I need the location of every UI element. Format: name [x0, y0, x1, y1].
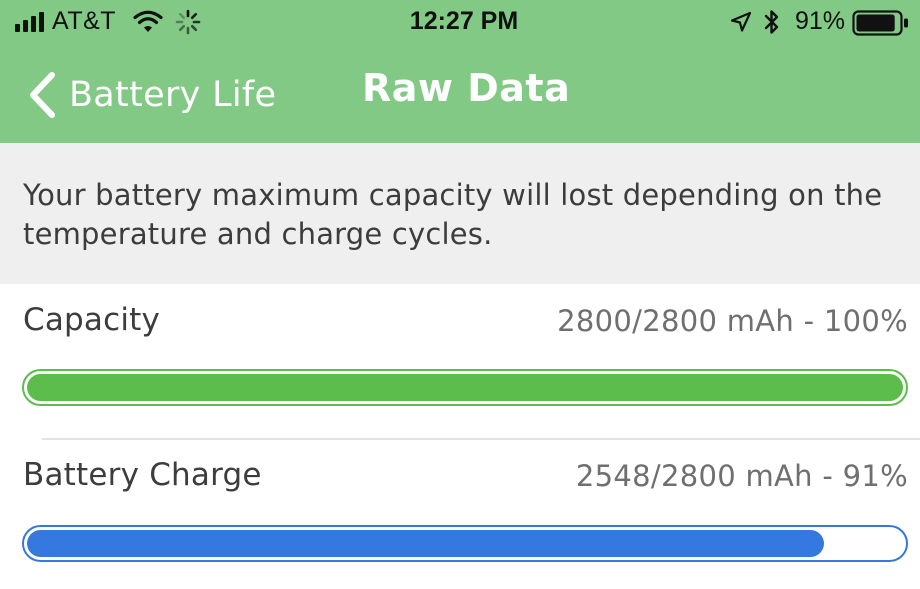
navigation-header: AT&T 12:27 PM 91% Battery Life Raw Data	[0, 0, 920, 143]
capacity-progress-fill	[27, 374, 903, 401]
battery-percent-label: 91%	[795, 7, 846, 35]
info-section: Your battery maximum capacity will lost …	[0, 143, 920, 284]
battery-charge-progress-fill	[27, 530, 824, 557]
battery-charge-label: Battery Charge	[23, 457, 262, 493]
battery-charge-value: 2548/2800 mAh - 91%	[575, 459, 908, 493]
page-title: Raw Data	[362, 66, 571, 110]
back-button-label: Battery Life	[69, 75, 277, 115]
battery-charge-row: Battery Charge 2548/2800 mAh - 91%	[0, 440, 920, 589]
chevron-left-icon	[30, 72, 55, 118]
status-time: 12:27 PM	[409, 7, 519, 35]
back-button[interactable]: Battery Life	[26, 68, 276, 122]
status-bar: AT&T 12:27 PM 91%	[0, 0, 920, 46]
battery-level-fill	[856, 14, 895, 32]
capacity-progress-bar	[22, 369, 908, 406]
info-description: Your battery maximum capacity will lost …	[23, 178, 883, 251]
capacity-row: Capacity 2800/2800 mAh - 100%	[0, 284, 920, 439]
capacity-value: 2800/2800 mAh - 100%	[557, 304, 908, 338]
battery-charge-progress-bar	[22, 525, 908, 562]
location-arrow-icon	[730, 11, 752, 32]
capacity-label: Capacity	[23, 302, 161, 338]
battery-icon	[852, 10, 908, 36]
bluetooth-icon	[764, 10, 779, 34]
